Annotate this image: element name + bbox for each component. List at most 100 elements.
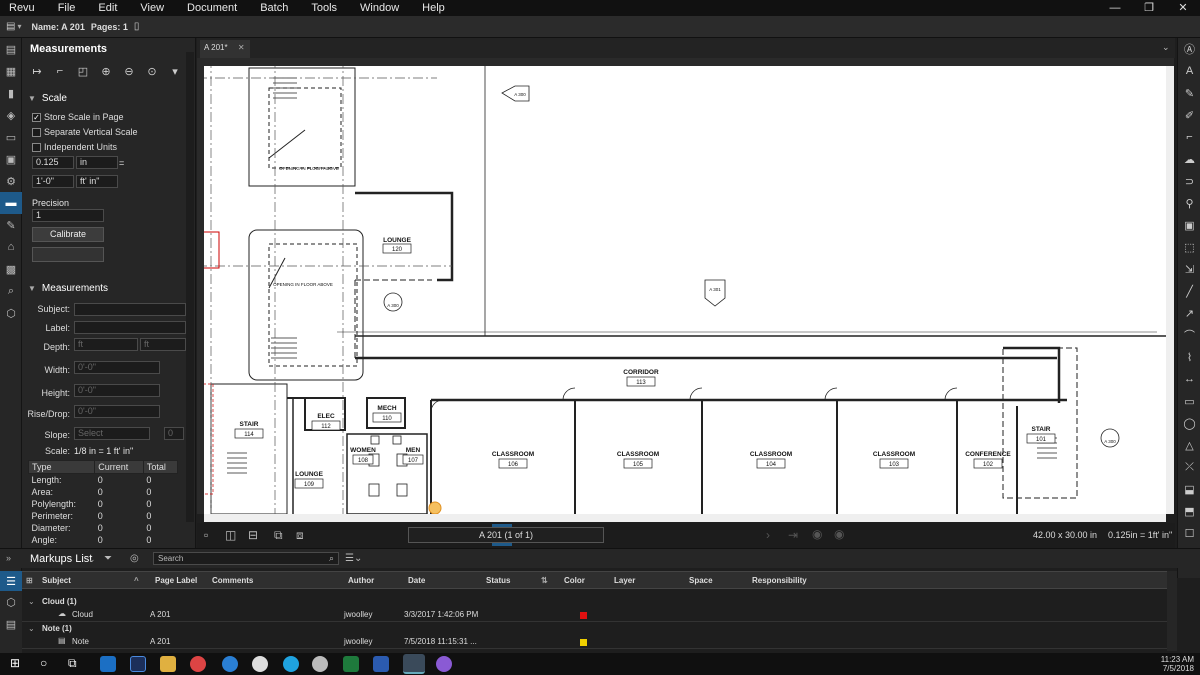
chevron-down-icon[interactable]: ⌄ [1162, 42, 1170, 53]
markups-scrollbar[interactable] [1167, 571, 1177, 651]
markup-color-swatch[interactable] [580, 612, 587, 619]
height-input[interactable]: 0'-0" [74, 384, 160, 397]
perimeter-tool-icon[interactable]: ⊕ [95, 62, 117, 80]
scale-unit-select[interactable]: in [76, 156, 118, 169]
measure-icon[interactable]: ↔ [1178, 368, 1200, 390]
highlight-icon[interactable]: ✐ [1178, 104, 1200, 126]
forward-icon[interactable]: ◉ [834, 527, 844, 541]
subject-input[interactable] [74, 303, 186, 316]
excel-icon[interactable] [343, 656, 359, 672]
close-icon[interactable]: ✕ [238, 43, 245, 52]
expand-icon[interactable]: ⊞ [26, 576, 33, 585]
horizontal-scrollbar[interactable] [204, 514, 1166, 522]
split-horizontal-icon[interactable]: ⊟ [248, 528, 258, 542]
thumbnails-icon[interactable]: ▤ [0, 38, 22, 60]
windows-start-icon[interactable]: ⊞ [10, 656, 20, 670]
studio-icon[interactable]: ⬡ [0, 591, 22, 613]
close-icon[interactable]: ✕ [1166, 0, 1200, 16]
next-page-icon[interactable]: › [766, 528, 770, 542]
polyline-icon[interactable]: ⌇ [1178, 346, 1200, 368]
col-space[interactable]: Space [689, 576, 713, 585]
cortana-icon[interactable]: ○ [40, 656, 47, 670]
links-icon[interactable]: ⬡ [0, 302, 22, 324]
task-view-icon[interactable]: ⧉ [68, 656, 77, 671]
page-icon[interactable]: ▯ [134, 21, 140, 32]
app-icon[interactable] [312, 656, 328, 672]
col-status[interactable]: Status [486, 576, 510, 585]
tab-a201[interactable]: A 201* ✕ [200, 40, 250, 58]
file-access-icon[interactable]: ▣ [0, 148, 22, 170]
menu-help[interactable]: Help [413, 0, 459, 16]
callout-icon[interactable]: ⌐ [1178, 126, 1200, 148]
outlook-icon[interactable] [100, 656, 116, 672]
scale-value-input[interactable]: 0.125 [32, 156, 74, 169]
minimize-icon[interactable]: — [1098, 0, 1132, 16]
revu-icon[interactable] [252, 656, 268, 672]
group-row-note[interactable]: ⌄ Note (1) [22, 624, 1167, 634]
more-tools-icon[interactable]: ▾ [164, 62, 186, 80]
angle-tool-icon[interactable]: ⊙ [141, 62, 163, 80]
scale-section-header[interactable]: ▼ Scale [28, 93, 67, 104]
drawing-canvas[interactable]: LOUNGE CORRIDOR STAIR ELEC MECH WOMEN ME… [197, 58, 1174, 514]
store-scale-checkbox[interactable]: ✓ Store Scale in Page [32, 112, 124, 122]
length-tool-icon[interactable]: ↦ [26, 62, 48, 80]
rise-drop-input[interactable]: 0'-0" [74, 405, 160, 418]
separate-vertical-checkbox[interactable]: Separate Vertical Scale [32, 127, 138, 137]
arc-icon[interactable]: ⌒ [1178, 324, 1200, 346]
chrome-icon[interactable] [190, 656, 206, 672]
slope-select[interactable]: Select [74, 427, 150, 440]
image-icon[interactable]: ▣ [1178, 214, 1200, 236]
chevron-down-icon[interactable]: ⌄ [28, 624, 35, 633]
col-current[interactable]: Current [94, 460, 144, 474]
label-input[interactable] [74, 321, 186, 334]
rectangle-icon[interactable]: ▭ [1178, 390, 1200, 412]
restore-icon[interactable]: ❐ [1132, 0, 1166, 16]
arrow-icon[interactable]: ↗ [1178, 302, 1200, 324]
diameter-tool-icon[interactable]: ⊖ [118, 62, 140, 80]
column-settings-icon[interactable]: ⇅ [541, 576, 548, 585]
col-responsibility[interactable]: Responsibility [752, 576, 807, 585]
split-vertical-icon[interactable]: ◫ [225, 528, 236, 542]
table-row[interactable]: ▤ Note A 201 jwoolley 7/5/2018 11:15:31 … [22, 635, 1167, 649]
sync-icon[interactable]: ⧉ [274, 528, 283, 543]
settings-icon[interactable]: ⚙ [0, 170, 22, 192]
col-total[interactable]: Total [142, 460, 179, 474]
markup-color-swatch[interactable] [580, 639, 587, 646]
calibrate-button[interactable]: Calibrate [32, 227, 104, 242]
sketch-icon[interactable]: ⤫ [1178, 456, 1200, 478]
bookmarks-icon[interactable]: ▮ [0, 82, 22, 104]
menu-file[interactable]: File [49, 0, 90, 16]
menu-tools[interactable]: Tools [302, 0, 351, 16]
col-layer[interactable]: Layer [614, 576, 635, 585]
menu-edit[interactable]: Edit [89, 0, 131, 16]
col-subject[interactable]: Subject [42, 576, 71, 585]
tool-sets-icon[interactable]: ▤ [0, 613, 22, 635]
grid-icon[interactable]: ▦ [0, 60, 22, 82]
cloud-icon[interactable]: ☁ [1178, 148, 1200, 170]
col-comments[interactable]: Comments [212, 576, 253, 585]
file-explorer-icon[interactable] [160, 656, 176, 672]
area-tool-icon[interactable]: ◰ [72, 62, 94, 80]
photoshop-icon[interactable] [130, 656, 146, 672]
stamp-icon[interactable]: ▩ [0, 258, 22, 280]
cloud-plus-icon[interactable]: ⊃ [1178, 170, 1200, 192]
filter-icon[interactable]: ⏷ [104, 553, 112, 564]
pen-icon[interactable]: ✎ [1178, 82, 1200, 104]
system-clock[interactable]: 11:23 AM 7/5/2018 [1161, 655, 1194, 673]
layers-icon[interactable]: ◈ [0, 104, 22, 126]
last-page-icon[interactable]: ⇥ [788, 528, 798, 542]
menu-batch[interactable]: Batch [251, 0, 302, 16]
col-type[interactable]: Type [27, 460, 96, 474]
independent-units-checkbox[interactable]: Independent Units [32, 142, 117, 152]
col-color[interactable]: Color [564, 576, 585, 585]
measurements-section-header[interactable]: ▼ Measurements [28, 283, 108, 294]
word-icon[interactable] [373, 656, 389, 672]
revu-active-icon[interactable] [403, 654, 425, 674]
markups-list-icon[interactable]: ☰ [0, 571, 22, 591]
real-unit-select[interactable]: ft' in" [76, 175, 118, 188]
vertical-scrollbar[interactable] [1166, 66, 1174, 514]
signatures-icon[interactable]: ✎ [0, 214, 22, 236]
line-icon[interactable]: ╱ [1178, 280, 1200, 302]
chevron-down-icon[interactable]: ⌄ [88, 554, 96, 565]
depth-input[interactable]: ft [74, 338, 138, 351]
